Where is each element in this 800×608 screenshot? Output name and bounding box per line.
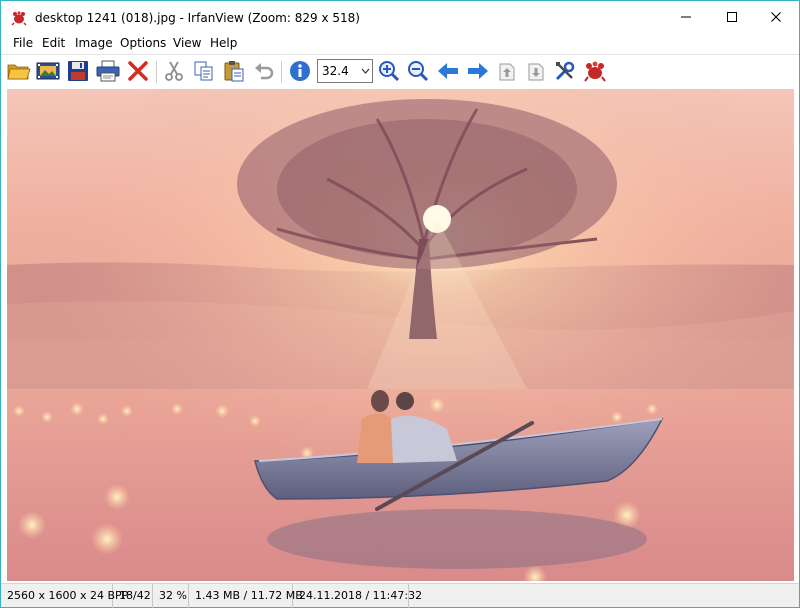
first-page-icon bbox=[499, 63, 515, 81]
close-button[interactable] bbox=[753, 1, 799, 33]
minimize-button[interactable] bbox=[663, 1, 709, 33]
toolbar: 32.4 bbox=[1, 54, 799, 87]
save-icon bbox=[68, 61, 88, 81]
irfanview-logo-icon bbox=[584, 61, 606, 82]
cut-button[interactable] bbox=[161, 58, 187, 84]
status-index: 18/42 bbox=[113, 584, 153, 608]
zoom-combobox[interactable]: 32.4 bbox=[317, 59, 373, 83]
status-date-time: 24.11.2018 / 11:47:32 bbox=[293, 584, 422, 608]
open-button[interactable] bbox=[6, 58, 32, 84]
window-title: desktop 1241 (018).jpg - IrfanView (Zoom… bbox=[35, 11, 360, 25]
menu-image[interactable]: Image bbox=[73, 35, 115, 51]
info-icon bbox=[290, 61, 310, 81]
print-button[interactable] bbox=[95, 58, 121, 84]
zoom-out-button[interactable] bbox=[405, 58, 431, 84]
maximize-button[interactable] bbox=[709, 1, 755, 33]
about-button[interactable] bbox=[582, 58, 608, 84]
image-canvas[interactable] bbox=[7, 89, 794, 581]
first-page-button[interactable] bbox=[494, 58, 520, 84]
open-folder-icon bbox=[7, 64, 31, 80]
settings-button[interactable] bbox=[552, 58, 578, 84]
menu-edit[interactable]: Edit bbox=[40, 35, 67, 51]
irfanview-app-icon[interactable] bbox=[11, 10, 27, 26]
last-page-button[interactable] bbox=[523, 58, 549, 84]
zoom-value: 32.4 bbox=[322, 64, 349, 78]
displayed-photo bbox=[7, 89, 794, 581]
zoom-in-icon bbox=[379, 61, 400, 82]
slideshow-button[interactable] bbox=[35, 58, 61, 84]
chevron-down-icon[interactable] bbox=[358, 68, 372, 74]
zoom-in-button[interactable] bbox=[376, 58, 402, 84]
print-icon bbox=[96, 60, 120, 82]
paste-button[interactable] bbox=[221, 58, 247, 84]
next-button[interactable] bbox=[465, 58, 491, 84]
menu-help[interactable]: Help bbox=[208, 35, 239, 51]
previous-icon bbox=[438, 63, 458, 79]
menu-bar: File Edit Image Options View Help bbox=[1, 33, 799, 53]
irfanview-window: desktop 1241 (018).jpg - IrfanView (Zoom… bbox=[0, 0, 800, 608]
delete-button[interactable] bbox=[125, 58, 151, 84]
next-icon bbox=[468, 63, 488, 79]
toolbar-separator bbox=[156, 61, 157, 83]
status-dimensions: 2560 x 1600 x 24 BPP bbox=[1, 584, 128, 608]
save-button[interactable] bbox=[65, 58, 91, 84]
menu-view[interactable]: View bbox=[171, 35, 203, 51]
toolbar-separator bbox=[281, 61, 282, 83]
menu-file[interactable]: File bbox=[11, 35, 35, 51]
info-button[interactable] bbox=[287, 58, 313, 84]
status-zoom: 32 % bbox=[153, 584, 189, 608]
minimize-icon bbox=[681, 16, 691, 18]
undo-icon bbox=[255, 63, 274, 80]
title-bar: desktop 1241 (018).jpg - IrfanView (Zoom… bbox=[1, 1, 799, 33]
paste-icon bbox=[224, 61, 244, 82]
close-icon bbox=[771, 12, 781, 22]
status-file-size: 1.43 MB / 11.72 MB bbox=[189, 584, 303, 608]
status-bar: 2560 x 1600 x 24 BPP 18/42 32 % 1.43 MB … bbox=[1, 583, 799, 608]
settings-icon bbox=[555, 61, 575, 81]
menu-options[interactable]: Options bbox=[118, 35, 168, 51]
maximize-icon bbox=[727, 12, 737, 22]
slideshow-icon bbox=[36, 62, 60, 80]
copy-button[interactable] bbox=[191, 58, 217, 84]
copy-icon bbox=[194, 61, 213, 81]
cut-icon bbox=[165, 61, 183, 81]
delete-icon bbox=[128, 61, 148, 81]
last-page-icon bbox=[528, 63, 544, 81]
zoom-out-icon bbox=[408, 61, 429, 82]
previous-button[interactable] bbox=[435, 58, 461, 84]
undo-button[interactable] bbox=[251, 58, 277, 84]
